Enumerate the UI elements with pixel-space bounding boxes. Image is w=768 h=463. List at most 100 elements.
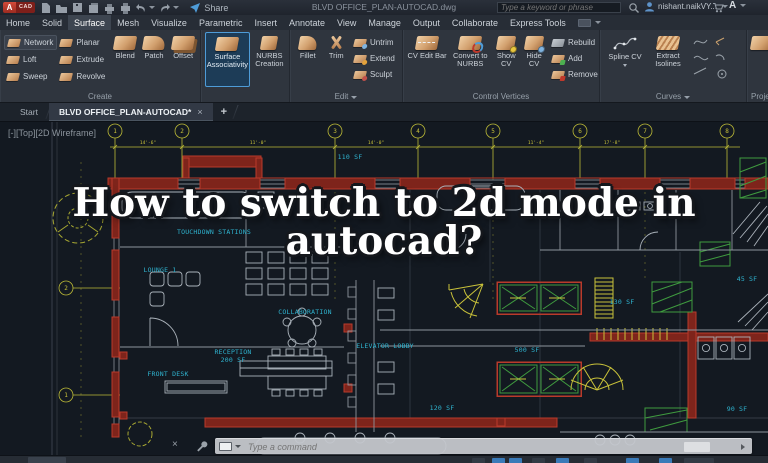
command-bar-grip[interactable] xyxy=(684,442,710,452)
status-toggle[interactable] xyxy=(532,458,545,463)
command-input[interactable] xyxy=(241,441,752,453)
loft-button[interactable]: Loft xyxy=(4,52,57,67)
extend-button[interactable]: Extend xyxy=(351,51,400,66)
search-input[interactable] xyxy=(498,3,620,12)
tab-visualize[interactable]: Visualize xyxy=(145,15,193,30)
convert-to-nurbs-button[interactable]: Convert to NURBS xyxy=(449,32,491,90)
trim-button[interactable]: Trim xyxy=(323,32,349,90)
tab-view[interactable]: View xyxy=(331,15,362,30)
curves-panel-label[interactable]: Curves xyxy=(600,91,746,102)
cart-icon[interactable] xyxy=(712,2,724,15)
add-button[interactable]: Add xyxy=(549,51,597,66)
nurbs-creation-icon xyxy=(260,36,278,50)
status-toggle-snap[interactable] xyxy=(509,458,522,463)
spline-cv-caret-icon xyxy=(623,64,627,67)
search-box[interactable] xyxy=(497,2,621,13)
tab-output[interactable]: Output xyxy=(407,15,446,30)
status-toggle[interactable] xyxy=(472,458,485,463)
drawing-canvas[interactable]: [-][Top][2D Wireframe] xyxy=(0,122,768,455)
remove-button[interactable]: Remove xyxy=(549,67,597,82)
tab-manage[interactable]: Manage xyxy=(362,15,407,30)
command-history-arrow-icon[interactable] xyxy=(741,444,745,450)
surface-associativity-toggle[interactable]: Surface Associativity xyxy=(205,32,250,87)
autocad-window: BLVD OFFICE_PLAN-AUTOCAD.dwg A CAD Share… xyxy=(0,0,768,463)
control-vertices-panel-label[interactable]: Control Vertices xyxy=(403,91,599,102)
viewport-controls[interactable]: [-][Top][2D Wireframe] xyxy=(8,128,96,138)
sculpt-button[interactable]: Sculpt xyxy=(351,67,400,82)
associativity-panel-label xyxy=(201,91,289,102)
plot-button[interactable] xyxy=(103,2,115,14)
status-toggle-ortho[interactable] xyxy=(556,458,569,463)
tab-parametric[interactable]: Parametric xyxy=(193,15,249,30)
grid-bubble-label: 2 xyxy=(180,128,184,135)
tab-mesh[interactable]: Mesh xyxy=(111,15,145,30)
tab-annotate[interactable]: Annotate xyxy=(283,15,331,30)
status-toggle-grid[interactable] xyxy=(492,458,505,463)
close-command-line-icon[interactable]: × xyxy=(172,439,178,450)
offset-button[interactable]: Offset xyxy=(168,32,198,90)
open-file-button[interactable] xyxy=(55,2,67,14)
dim-label: 11'-4" xyxy=(528,140,544,146)
untrim-button[interactable]: Untrim xyxy=(351,35,400,50)
tab-surface[interactable]: Surface xyxy=(68,15,111,30)
create-panel-label[interactable]: Create xyxy=(0,91,200,102)
project-panel-label[interactable]: Proje xyxy=(747,91,768,102)
project-geometry-button[interactable] xyxy=(751,32,768,90)
model-tab[interactable] xyxy=(28,457,66,463)
print-button[interactable] xyxy=(119,2,131,14)
extrude-button[interactable]: Extrude xyxy=(57,52,110,67)
new-file-button[interactable] xyxy=(39,2,51,14)
untrim-accent-icon xyxy=(361,44,367,49)
network-button[interactable]: Network xyxy=(4,35,57,50)
offset-surface-icon xyxy=(171,36,195,50)
remove-icon xyxy=(551,71,565,79)
revolve-button[interactable]: Revolve xyxy=(57,69,110,84)
curve-tools-cluster-icon[interactable] xyxy=(690,34,738,82)
patch-button[interactable]: Patch xyxy=(140,32,169,90)
tab-home[interactable]: Home xyxy=(0,15,36,30)
fillet-button[interactable]: Fillet xyxy=(294,32,321,90)
show-cv-icon xyxy=(496,36,516,50)
sweep-button[interactable]: Sweep xyxy=(4,69,57,84)
application-menu-button[interactable]: A CAD xyxy=(3,2,35,13)
show-cv-button[interactable]: Show CV xyxy=(493,32,519,90)
hide-cv-button[interactable]: Hide CV xyxy=(521,32,547,90)
edit-panel-label[interactable]: Edit xyxy=(290,91,402,102)
patch-surface-icon xyxy=(142,36,166,50)
undo-dropdown-caret-icon[interactable] xyxy=(149,6,155,9)
extract-isolines-button[interactable]: Extract Isolines xyxy=(649,32,687,90)
tab-start[interactable]: Start xyxy=(10,103,48,121)
status-toggle[interactable] xyxy=(584,458,597,463)
room-label: ELEVATOR LOBBY xyxy=(356,342,414,350)
command-bar[interactable] xyxy=(215,438,752,454)
status-annotation-controls[interactable] xyxy=(684,458,714,463)
search-icon[interactable] xyxy=(628,2,640,16)
close-document-icon[interactable]: × xyxy=(197,107,202,117)
spline-cv-button[interactable]: Spline CV xyxy=(604,32,646,90)
autodesk-account-button[interactable]: A xyxy=(729,0,746,11)
tab-collaborate[interactable]: Collaborate xyxy=(446,15,504,30)
extend-accent-icon xyxy=(361,60,367,65)
edit-panel-caret-icon xyxy=(351,96,357,99)
redo-dropdown-caret-icon[interactable] xyxy=(173,6,179,9)
status-toggle-tracking[interactable] xyxy=(659,458,672,463)
tab-solid[interactable]: Solid xyxy=(36,15,68,30)
room-label: COLLABORATION xyxy=(278,308,331,316)
site-boundary-lines xyxy=(52,122,57,455)
ribbon-display-toggle[interactable] xyxy=(578,15,601,30)
undo-button[interactable] xyxy=(135,2,147,14)
tab-insert[interactable]: Insert xyxy=(248,15,283,30)
save-as-button[interactable] xyxy=(87,2,99,14)
status-toggle-osnap[interactable] xyxy=(626,458,639,463)
rebuild-button[interactable]: Rebuild xyxy=(549,35,597,50)
share-button[interactable]: Share xyxy=(189,2,228,14)
planar-button[interactable]: Planar xyxy=(57,35,110,50)
tab-express-tools[interactable]: Express Tools xyxy=(504,15,572,30)
recent-commands-icon[interactable] xyxy=(219,442,232,451)
redo-button[interactable] xyxy=(159,2,171,14)
tab-document[interactable]: BLVD OFFICE_PLAN-AUTOCAD* × xyxy=(49,103,213,121)
cv-edit-bar-button[interactable]: CV Edit Bar xyxy=(407,32,447,90)
nurbs-creation-toggle[interactable]: NURBS Creation xyxy=(252,32,287,87)
save-button[interactable] xyxy=(71,2,83,14)
blend-button[interactable]: Blend xyxy=(111,32,140,90)
